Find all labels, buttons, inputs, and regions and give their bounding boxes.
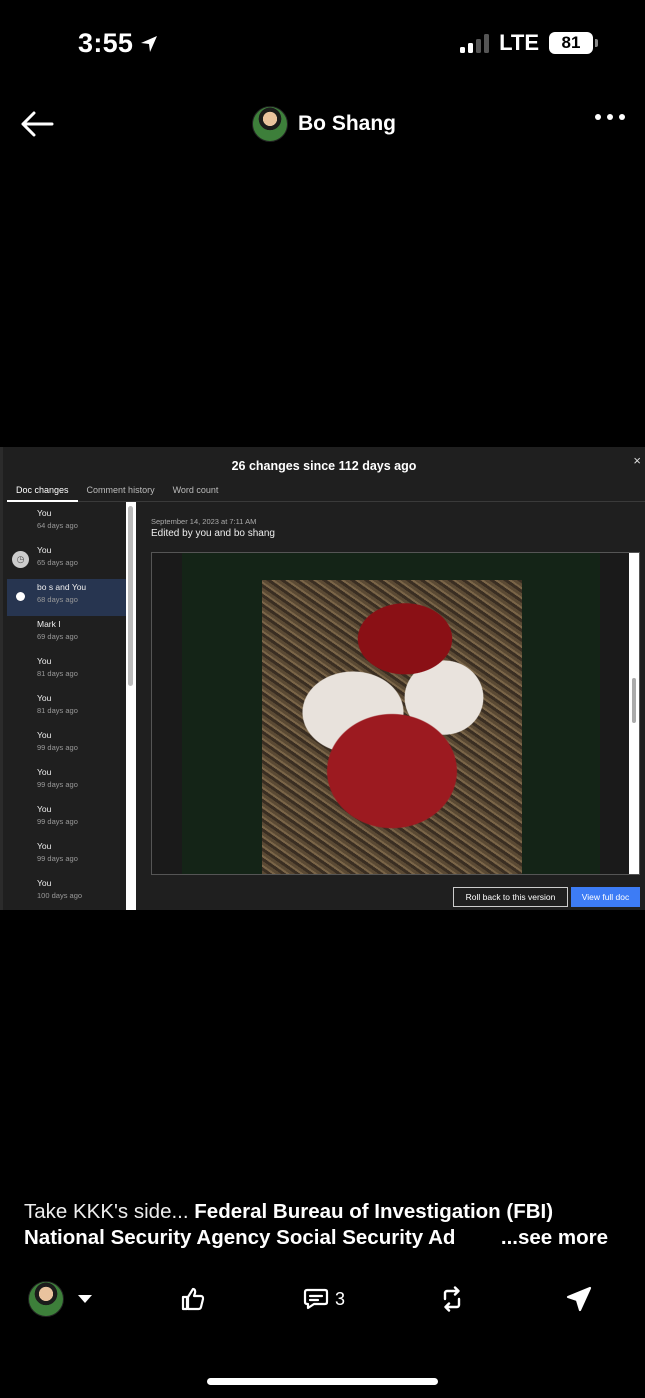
more-options-button[interactable] — [595, 114, 625, 120]
dot-icon — [595, 114, 601, 120]
arrow-left-icon — [21, 111, 54, 137]
list-item[interactable]: You 99 days ago — [7, 801, 126, 838]
caption-mention[interactable]: National Security Agency Social Security… — [24, 1225, 455, 1251]
cellular-signal-icon — [460, 33, 490, 53]
list-item[interactable]: You 99 days ago — [7, 727, 126, 764]
caption-line-1: Take KKK's side... Federal Bureau of Inv… — [24, 1200, 554, 1223]
list-item[interactable]: You 81 days ago — [7, 653, 126, 690]
scrollbar-thumb[interactable] — [128, 506, 133, 686]
list-item[interactable]: Mark I 69 days ago — [7, 616, 126, 653]
version-editors: Edited by you and bo shang — [151, 528, 275, 539]
selected-dot-icon — [16, 592, 25, 601]
rollback-button[interactable]: Roll back to this version — [453, 887, 568, 907]
back-button[interactable] — [18, 106, 58, 142]
battery-level: 81 — [561, 33, 581, 52]
list-scrollbar[interactable] — [126, 502, 136, 910]
tab-comment-history[interactable]: Comment history — [78, 483, 164, 502]
version-date: September 14, 2023 at 7:11 AM — [151, 517, 257, 526]
dot-icon — [607, 114, 613, 120]
preview-scrollbar[interactable] — [629, 553, 639, 874]
version-history-panel: 26 changes since 112 days ago × Doc chan… — [0, 447, 645, 910]
avatar — [252, 106, 288, 142]
see-more-link[interactable]: ...see more — [501, 1225, 608, 1251]
caret-down-icon — [78, 1295, 92, 1303]
header-user[interactable]: Bo Shang — [252, 106, 396, 142]
document-preview — [151, 552, 640, 875]
battery-icon: 81 — [549, 32, 598, 54]
repost-button[interactable] — [440, 1280, 464, 1318]
send-button[interactable] — [566, 1280, 592, 1318]
send-icon — [566, 1286, 592, 1312]
list-item[interactable]: ◷ You 65 days ago — [7, 542, 126, 579]
list-item[interactable]: You 99 days ago — [7, 838, 126, 875]
home-indicator[interactable] — [207, 1378, 438, 1385]
caption-line-2: National Security Agency Social Security… — [24, 1225, 624, 1251]
list-item-selected[interactable]: bo s and You 68 days ago — [7, 579, 126, 616]
tab-word-count[interactable]: Word count — [164, 483, 228, 502]
history-list: You 64 days ago ◷ You 65 days ago bo s and … — [7, 505, 126, 910]
avatar — [28, 1281, 64, 1317]
comment-icon — [303, 1288, 329, 1310]
status-time: 3:55 — [78, 28, 159, 59]
dot-icon — [619, 114, 625, 120]
panel-title: 26 changes since 112 days ago — [231, 459, 417, 473]
action-bar: 3 — [0, 1280, 645, 1320]
caption-mention[interactable]: Federal Bureau of Investigation (FBI) — [194, 1200, 553, 1223]
clock-icon: ◷ — [12, 551, 29, 568]
list-item[interactable]: You 99 days ago — [7, 764, 126, 801]
location-arrow-icon — [141, 35, 158, 52]
like-button[interactable] — [180, 1280, 206, 1318]
comment-button[interactable]: 3 — [303, 1280, 345, 1318]
thumbs-up-icon — [181, 1287, 205, 1311]
panel-tabs: Doc changes Comment history Word count — [7, 483, 645, 502]
scrollbar-thumb[interactable] — [632, 678, 636, 723]
header-name: Bo Shang — [298, 112, 396, 135]
time-label: 3:55 — [78, 28, 134, 58]
post-caption[interactable]: Take KKK's side... Federal Bureau of Inv… — [24, 1199, 624, 1251]
document-photo — [262, 580, 522, 874]
comment-count: 3 — [335, 1288, 346, 1309]
list-item[interactable]: You 100 days ago — [7, 875, 126, 912]
repost-icon — [443, 1286, 461, 1312]
view-full-doc-button[interactable]: View full doc — [571, 887, 640, 907]
reaction-account-switcher[interactable] — [28, 1280, 93, 1318]
list-item[interactable]: You 81 days ago — [7, 690, 126, 727]
network-type: LTE — [499, 30, 539, 55]
status-indicators: LTE 81 — [460, 30, 598, 56]
tab-doc-changes[interactable]: Doc changes — [7, 483, 78, 502]
list-item[interactable]: You 64 days ago — [7, 505, 126, 542]
close-icon[interactable]: × — [633, 453, 641, 468]
